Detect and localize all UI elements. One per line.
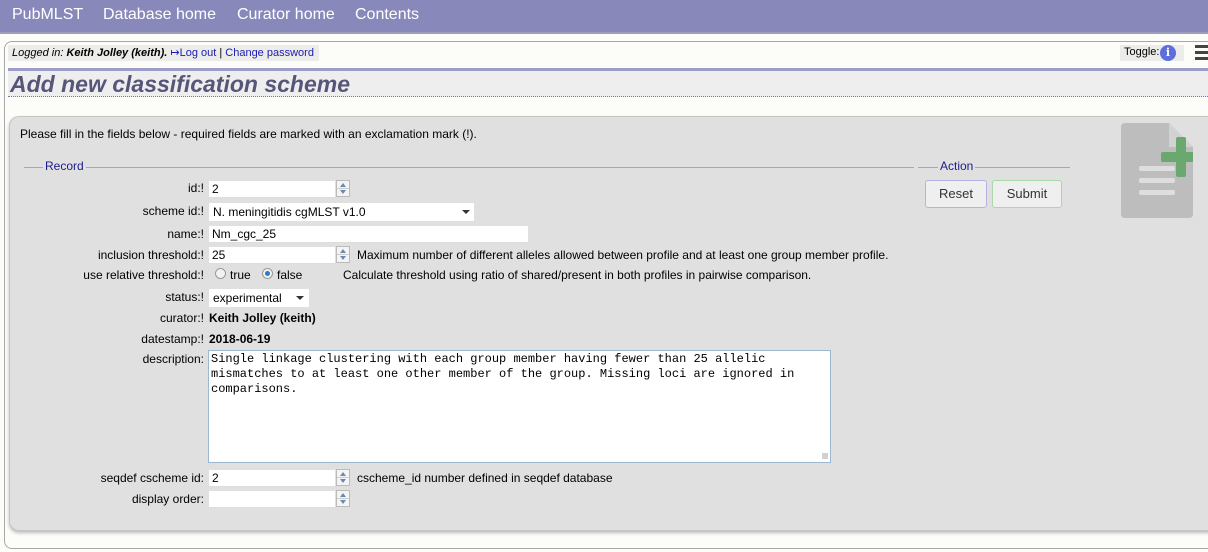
datestamp-value: 2018-06-19 [209, 332, 271, 346]
logout-icon: ↦ [170, 47, 180, 59]
submit-button[interactable]: Submit [992, 180, 1062, 208]
menu-hamburger-icon[interactable] [1195, 45, 1208, 61]
id-label: id:! [187, 181, 204, 195]
seqdef-cscheme-id-label: seqdef cscheme id: [100, 471, 204, 485]
status-label: status:! [165, 290, 204, 304]
logged-in-user: Keith Jolley (keith). [66, 47, 168, 59]
description-textarea[interactable] [208, 350, 831, 463]
top-nav-bar: PubMLST Database home Curator home Conte… [0, 0, 1208, 34]
datestamp-label: datestamp:! [141, 332, 204, 346]
add-document-icon [1121, 123, 1193, 218]
use-relative-threshold-label: use relative threshold:! [83, 268, 204, 282]
action-legend: Action [938, 159, 976, 173]
status-value: experimental [213, 291, 282, 305]
curator-value: Keith Jolley (keith) [209, 311, 316, 325]
display-order-label: display order: [131, 492, 204, 506]
name-input[interactable]: Nm_cgc_25 [208, 225, 529, 243]
seqdef-cscheme-id-input[interactable]: 2 [208, 469, 336, 487]
info-toggle-icon[interactable]: i [1160, 45, 1176, 61]
relative-threshold-true-radio[interactable] [215, 268, 226, 279]
chevron-down-icon [296, 296, 304, 300]
relative-threshold-false-radio[interactable] [262, 268, 273, 279]
status-select[interactable]: experimental [208, 288, 310, 308]
login-status-bar: Logged in: Keith Jolley (keith). ↦Log ou… [8, 45, 319, 61]
reset-button[interactable]: Reset [925, 180, 987, 208]
relative-threshold-false-label: false [277, 268, 303, 282]
logged-in-prefix: Logged in: [12, 47, 67, 59]
form-instructions: Please fill in the fields below - requir… [20, 127, 477, 141]
nav-link-pubmlst[interactable]: PubMLST [12, 6, 83, 24]
page-title: Add new classification scheme [10, 71, 351, 97]
record-fieldset-border [24, 167, 914, 168]
inclusion-threshold-input[interactable]: 25 [208, 246, 336, 264]
nav-link-contents[interactable]: Contents [355, 6, 419, 24]
display-order-spinner[interactable] [336, 490, 350, 507]
scheme-id-value: N. meningitidis cgMLST v1.0 [213, 205, 366, 219]
inclusion-threshold-help: Maximum number of different alleles allo… [357, 248, 889, 262]
relative-threshold-true-label: true [230, 268, 251, 282]
inclusion-threshold-spinner[interactable] [336, 246, 350, 263]
logout-link[interactable]: Log out [180, 47, 217, 59]
nav-link-database-home[interactable]: Database home [103, 6, 216, 24]
inclusion-threshold-label: inclusion threshold:! [97, 248, 204, 262]
use-relative-threshold-help: Calculate threshold using ratio of share… [343, 268, 812, 282]
id-input[interactable]: 2 [208, 180, 336, 198]
id-spinner[interactable] [336, 180, 350, 197]
scheme-id-select[interactable]: N. meningitidis cgMLST v1.0 [208, 202, 475, 222]
curator-label: curator:! [159, 311, 204, 325]
nav-link-curator-home[interactable]: Curator home [237, 6, 335, 24]
display-order-input[interactable] [208, 490, 336, 508]
record-legend: Record [43, 159, 86, 173]
textarea-resize-handle[interactable] [822, 453, 828, 459]
change-password-link[interactable]: Change password [225, 47, 314, 59]
chevron-down-icon [462, 210, 470, 214]
seqdef-cscheme-id-help: cscheme_id number defined in seqdef data… [357, 471, 613, 485]
separator: | [216, 47, 226, 59]
scheme-id-label: scheme id:! [142, 204, 204, 218]
seqdef-cscheme-id-spinner[interactable] [336, 469, 350, 486]
description-label: description: [142, 352, 204, 366]
name-label: name:! [167, 227, 204, 241]
